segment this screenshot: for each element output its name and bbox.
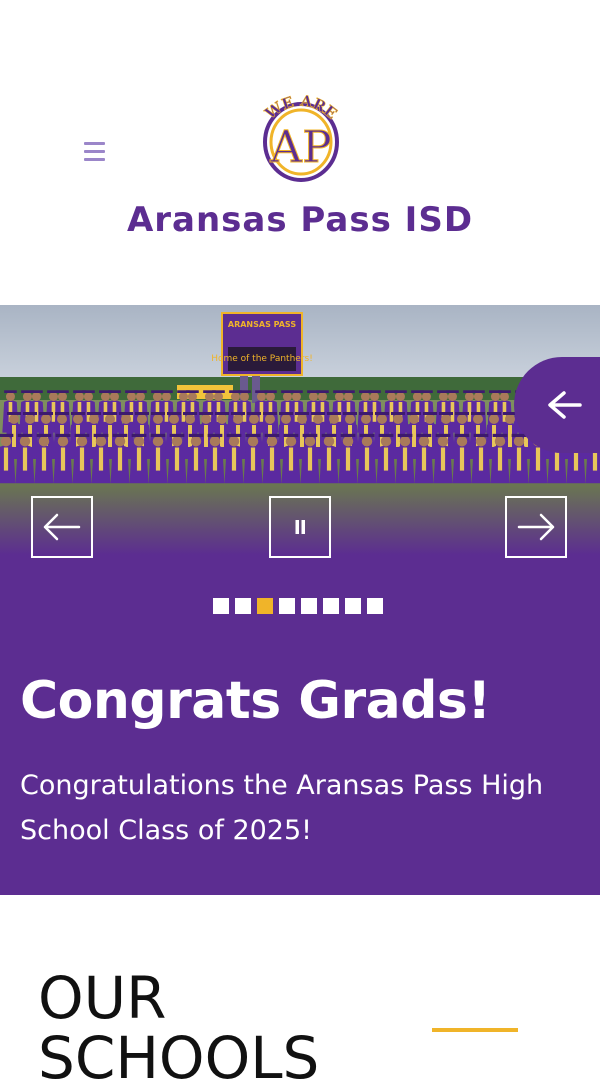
slide-dot-8[interactable] bbox=[367, 598, 383, 614]
slide-dot-4[interactable] bbox=[279, 598, 295, 614]
slide-dot-1[interactable] bbox=[213, 598, 229, 614]
site-header: WE ARE AP Aransas Pass ISD bbox=[0, 0, 600, 305]
photo-sign-message: Home of the Panthers! bbox=[211, 354, 313, 364]
side-arrow-left-icon bbox=[548, 391, 582, 419]
slide-pagination bbox=[213, 598, 389, 614]
slide-dot-5[interactable] bbox=[301, 598, 317, 614]
pause-slideshow-button[interactable] bbox=[269, 496, 331, 558]
slide-description: Congratulations the Aransas Pass High Sc… bbox=[20, 770, 544, 846]
slide-dot-2[interactable] bbox=[235, 598, 251, 614]
our-schools-heading: OUR SCHOOLS bbox=[38, 964, 320, 1092]
side-tab-button[interactable] bbox=[514, 357, 600, 453]
site-title[interactable]: Aransas Pass ISD bbox=[0, 200, 600, 240]
photo-sign-top: ARANSAS PASS bbox=[228, 320, 296, 329]
heading-accent-rule bbox=[432, 1028, 518, 1032]
arrow-left-icon bbox=[43, 513, 81, 541]
district-logo[interactable]: WE ARE AP bbox=[258, 92, 344, 184]
slide-dot-6[interactable] bbox=[323, 598, 339, 614]
logo-monogram: AP bbox=[269, 122, 331, 173]
hamburger-menu-icon[interactable] bbox=[84, 142, 110, 166]
hero-slideshow: ARANSAS PASS Home of the Panthers! Congr… bbox=[0, 305, 600, 895]
slide-dot-7[interactable] bbox=[345, 598, 361, 614]
arrow-right-icon bbox=[517, 513, 555, 541]
slide-title: Congrats Grads! bbox=[20, 671, 491, 731]
prev-slide-button[interactable] bbox=[31, 496, 93, 558]
slide-dot-3[interactable] bbox=[257, 598, 273, 614]
pause-icon bbox=[295, 520, 305, 534]
next-slide-button[interactable] bbox=[505, 496, 567, 558]
